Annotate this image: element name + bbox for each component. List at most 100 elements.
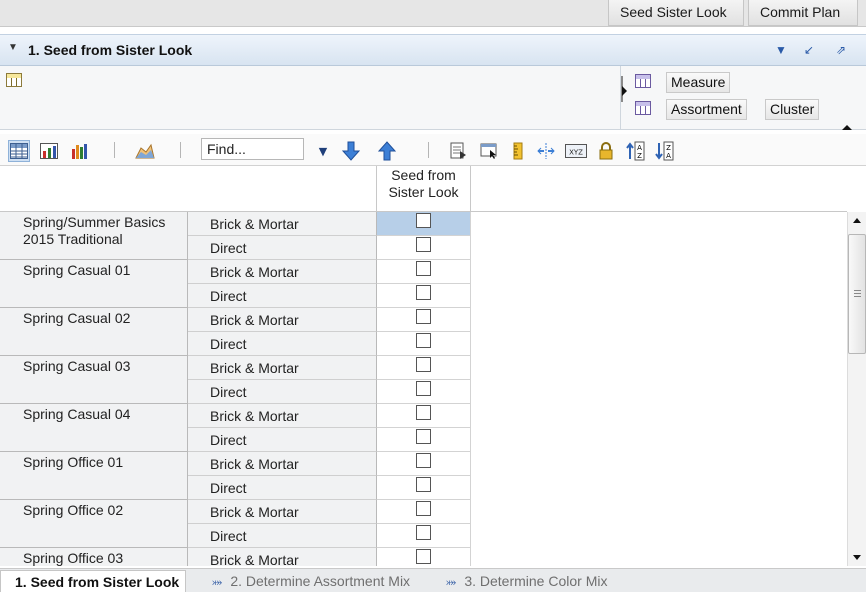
pivot-scroll-up-icon[interactable]	[842, 125, 852, 130]
select-columns-icon[interactable]	[478, 140, 500, 162]
tab-determine-color-mix[interactable]: ⤗ 3. Determine Color Mix	[446, 570, 607, 592]
seed-checkbox-cell[interactable]	[377, 284, 471, 308]
seed-checkbox-cell[interactable]	[377, 308, 471, 332]
find-next-down-icon[interactable]	[340, 140, 362, 162]
look-row-header[interactable]: Spring Casual 02	[0, 308, 188, 356]
sort-ascending-icon[interactable]: AZ	[625, 140, 647, 162]
scroll-up-icon[interactable]	[853, 218, 861, 223]
pivot-area: Measure Assortment Cluster	[0, 66, 866, 130]
checkbox[interactable]	[416, 213, 431, 228]
scroll-down-icon[interactable]	[853, 555, 861, 560]
tab-determine-assortment-mix[interactable]: ⤗ 2. Determine Assortment Mix	[212, 570, 410, 592]
channel-row-header[interactable]: Brick & Mortar	[188, 452, 377, 476]
seed-checkbox-cell[interactable]	[377, 380, 471, 404]
seed-checkbox-cell[interactable]	[377, 524, 471, 548]
channel-row-header[interactable]: Brick & Mortar	[188, 500, 377, 524]
seed-checkbox-cell[interactable]	[377, 404, 471, 428]
find-input[interactable]	[201, 138, 304, 160]
channel-row-header[interactable]: Direct	[188, 428, 377, 452]
grid-icon[interactable]	[6, 73, 22, 87]
seed-checkbox-cell[interactable]	[377, 212, 471, 236]
find-previous-up-icon[interactable]	[376, 140, 398, 162]
restore-icon[interactable]: ⇗	[833, 42, 849, 58]
channel-row-header[interactable]: Brick & Mortar	[188, 308, 377, 332]
collapse-chevron-icon[interactable]: ▼	[8, 42, 18, 53]
checkbox[interactable]	[416, 309, 431, 324]
find-dropdown-icon[interactable]: ▼	[312, 140, 334, 162]
toolbar-separator	[428, 142, 429, 158]
look-row-header[interactable]: Spring Office 02	[0, 500, 188, 548]
measure-tile[interactable]: Measure	[666, 72, 731, 93]
look-row-header[interactable]: Spring Casual 03	[0, 356, 188, 404]
channel-row-header[interactable]: Direct	[188, 476, 377, 500]
checkbox[interactable]	[416, 501, 431, 516]
column-header-seed-from-sister-look[interactable]: Seed from Sister Look	[377, 166, 471, 212]
checkbox[interactable]	[416, 549, 431, 564]
svg-text:A: A	[637, 144, 642, 152]
pivot-right-panel: Measure Assortment Cluster	[620, 66, 866, 130]
ruler-icon[interactable]	[507, 140, 529, 162]
checkbox[interactable]	[416, 357, 431, 372]
channel-row-header[interactable]: Direct	[188, 284, 377, 308]
expand-arrow-icon[interactable]	[622, 86, 627, 96]
look-row-header[interactable]: Spring Office 03	[0, 548, 188, 566]
split-icon[interactable]	[535, 140, 557, 162]
chart-view-icon[interactable]	[68, 140, 90, 162]
seed-checkbox-cell[interactable]	[377, 476, 471, 500]
data-grid: Seed from Sister Look Spring/Summer Basi…	[0, 166, 866, 566]
tab-label: 2. Determine Assortment Mix	[230, 573, 411, 589]
checkbox[interactable]	[416, 453, 431, 468]
checkbox[interactable]	[416, 429, 431, 444]
assortment-tile[interactable]: Assortment	[666, 99, 747, 120]
table-view-icon[interactable]	[8, 140, 30, 162]
seed-checkbox-cell[interactable]	[377, 428, 471, 452]
pin-icon: ⤗	[446, 575, 457, 589]
toolbar-separator	[180, 142, 181, 158]
seed-checkbox-cell[interactable]	[377, 548, 471, 566]
vertical-scrollbar[interactable]	[847, 212, 866, 566]
chart-table-view-icon[interactable]	[38, 140, 60, 162]
pin-icon: ⤗	[212, 575, 223, 589]
sort-descending-icon[interactable]: ZA	[654, 140, 676, 162]
channel-row-header[interactable]: Brick & Mortar	[188, 260, 377, 284]
checkbox[interactable]	[416, 477, 431, 492]
seed-checkbox-cell[interactable]	[377, 452, 471, 476]
seed-checkbox-cell[interactable]	[377, 500, 471, 524]
channel-row-header[interactable]: Direct	[188, 524, 377, 548]
channel-row-header[interactable]: Brick & Mortar	[188, 548, 377, 566]
minimize-icon[interactable]: ↙	[801, 42, 817, 58]
channel-row-header[interactable]: Brick & Mortar	[188, 404, 377, 428]
channel-row-header[interactable]: Brick & Mortar	[188, 356, 377, 380]
look-row-header[interactable]: Spring Office 01	[0, 452, 188, 500]
seed-checkbox-cell[interactable]	[377, 236, 471, 260]
svg-text:A: A	[666, 152, 671, 160]
channel-row-header[interactable]: Direct	[188, 332, 377, 356]
seed-checkbox-cell[interactable]	[377, 260, 471, 284]
seed-sister-look-button[interactable]: Seed Sister Look	[608, 0, 744, 26]
look-row-header[interactable]: Spring/Summer Basics 2015 Traditional	[0, 212, 188, 260]
checkbox[interactable]	[416, 285, 431, 300]
checkbox[interactable]	[416, 261, 431, 276]
channel-row-header[interactable]: Direct	[188, 380, 377, 404]
checkbox[interactable]	[416, 405, 431, 420]
seed-checkbox-cell[interactable]	[377, 332, 471, 356]
channel-row-header[interactable]: Direct	[188, 236, 377, 260]
look-row-header[interactable]: Spring Casual 04	[0, 404, 188, 452]
export-icon[interactable]	[448, 140, 470, 162]
checkbox[interactable]	[416, 333, 431, 348]
lock-icon[interactable]	[595, 140, 617, 162]
area-chart-icon[interactable]	[134, 140, 156, 162]
dropdown-icon[interactable]: ▼	[773, 42, 789, 58]
checkbox[interactable]	[416, 237, 431, 252]
look-row-header[interactable]: Spring Casual 01	[0, 260, 188, 308]
cluster-tile[interactable]: Cluster	[765, 99, 820, 120]
xyz-icon[interactable]: XYZ	[565, 140, 587, 162]
commit-plan-button[interactable]: Commit Plan	[748, 0, 858, 26]
seed-checkbox-cell[interactable]	[377, 356, 471, 380]
checkbox[interactable]	[416, 525, 431, 540]
channel-row-header[interactable]: Brick & Mortar	[188, 212, 377, 236]
checkbox[interactable]	[416, 381, 431, 396]
scrollbar-thumb[interactable]	[848, 234, 866, 354]
tab-seed-from-sister-look[interactable]: 1. Seed from Sister Look	[0, 570, 187, 592]
svg-text:Z: Z	[666, 144, 671, 152]
